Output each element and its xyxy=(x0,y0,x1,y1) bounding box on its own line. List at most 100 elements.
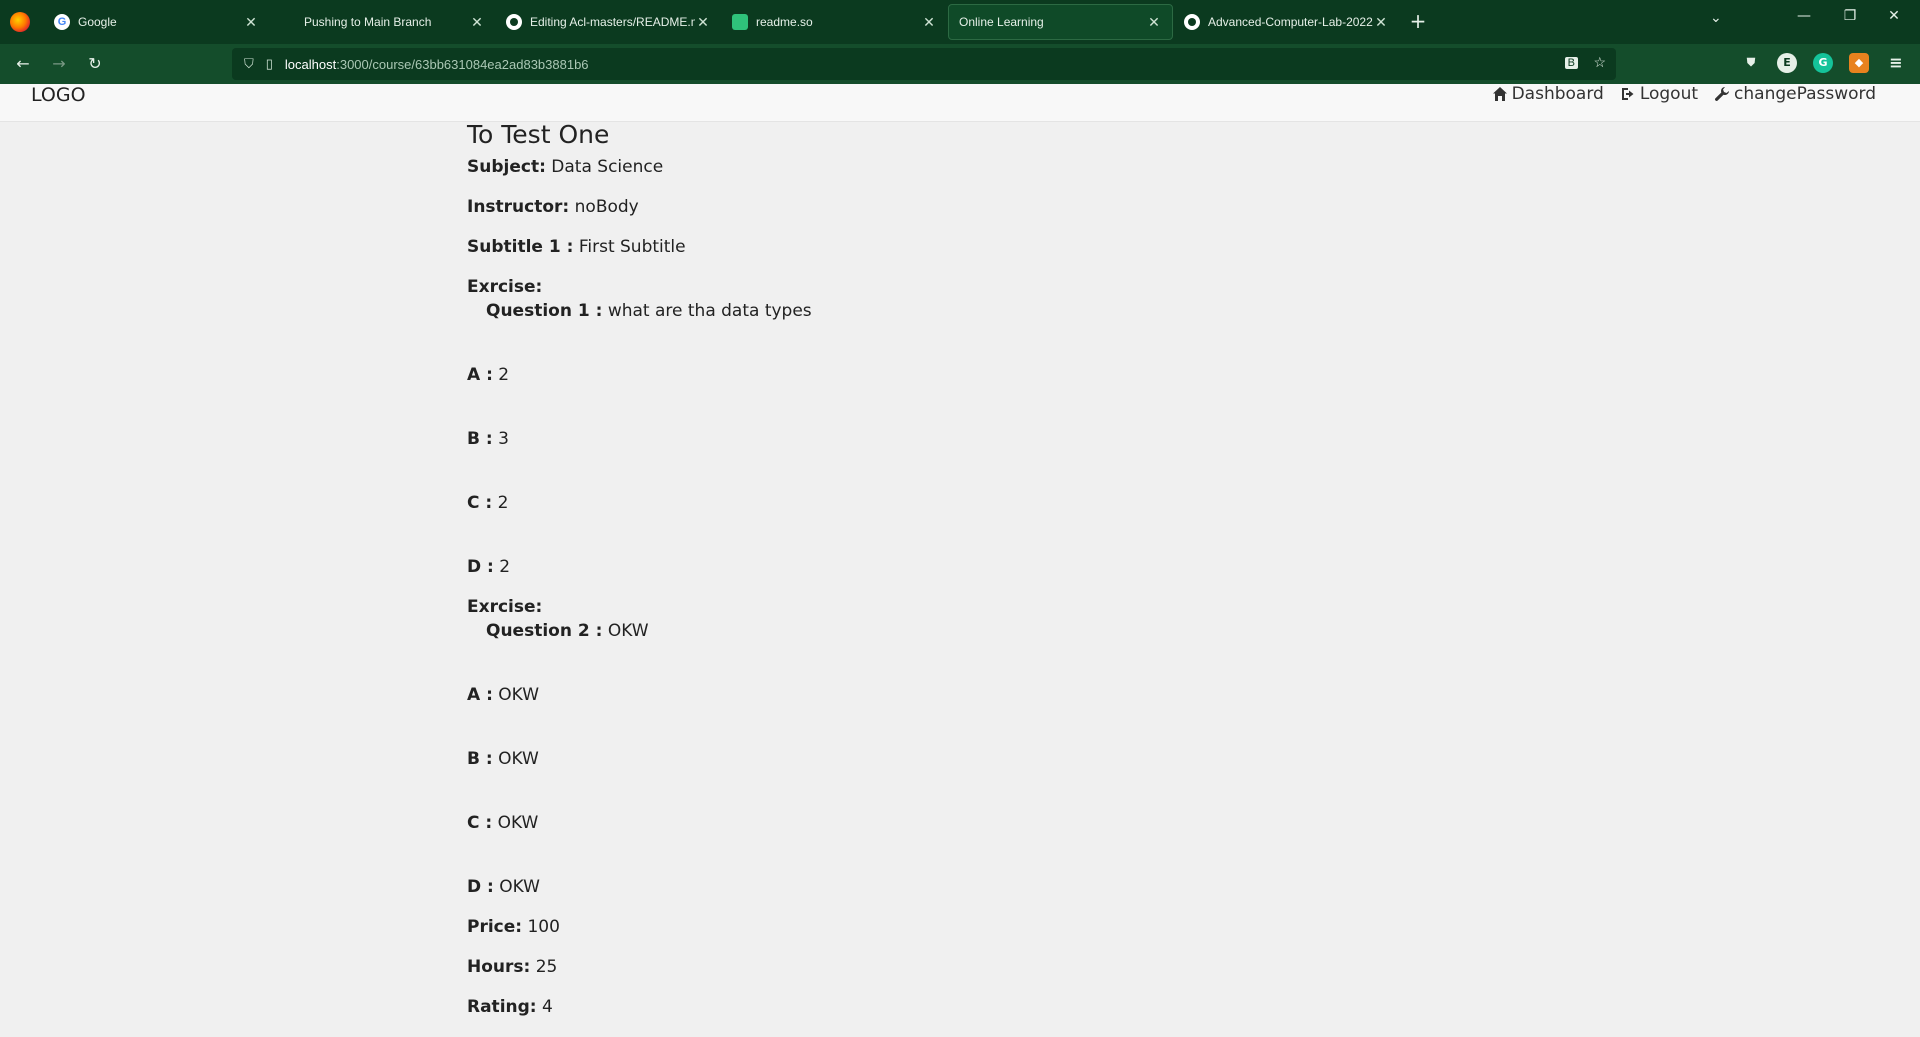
choice-label: D : xyxy=(467,877,494,897)
rating-row: Rating: 4 xyxy=(467,997,1367,1037)
url-path: :3000/course/63bb631084ea2ad83b3881b6 xyxy=(336,56,589,72)
subject-value: Data Science xyxy=(551,157,664,177)
tab-title: Editing Acl-masters/README.md xyxy=(530,15,695,29)
google-icon: G xyxy=(54,14,70,30)
choice-row: C : OKW xyxy=(467,813,1367,877)
choice-value: OKW xyxy=(499,877,540,897)
tab-title: Advanced-Computer-Lab-2022 xyxy=(1208,15,1373,29)
course-details: To Test One Subject: Data Science Instru… xyxy=(467,120,1367,1037)
logout-link[interactable]: Logout xyxy=(1620,84,1698,104)
rating-label: Rating: xyxy=(467,997,537,1017)
subject-row: Subject: Data Science xyxy=(467,157,1367,197)
choice-row: D : OKW xyxy=(467,877,1367,917)
forward-arrow-icon[interactable]: → xyxy=(46,52,72,78)
page-icon[interactable]: ▯ xyxy=(266,56,273,72)
tab-title: Google xyxy=(78,15,117,29)
new-tab-button[interactable]: + xyxy=(1404,8,1432,36)
question-text: OKW xyxy=(607,621,649,641)
chevron-down-icon[interactable]: ⌄ xyxy=(1710,10,1722,26)
tab-advanced-computer-lab[interactable]: Advanced-Computer-Lab-2022 ✕ xyxy=(1174,4,1399,40)
exercise-block: Exrcise: Question 1 : what are tha data … xyxy=(467,277,1367,597)
exercise-block: Exrcise: Question 2 : OKW A : OKW B : OK… xyxy=(467,597,1367,917)
choice-value: 3 xyxy=(498,429,509,449)
choice-value: OKW xyxy=(498,749,539,769)
exercise-heading: Exrcise: xyxy=(467,277,543,297)
subtitle-value: First Subtitle xyxy=(578,237,686,257)
sign-out-icon xyxy=(1621,88,1634,100)
star-icon[interactable]: ☆ xyxy=(1593,54,1606,71)
hours-value: 25 xyxy=(535,957,558,977)
choice-value: OKW xyxy=(498,685,540,705)
choice-label: C : xyxy=(467,493,493,513)
course-title: To Test One xyxy=(467,120,610,149)
hamburger-menu-icon[interactable]: ≡ xyxy=(1886,53,1906,73)
price-value: 100 xyxy=(527,917,560,937)
choice-label: B : xyxy=(467,749,493,769)
change-password-label: changePassword xyxy=(1734,84,1876,104)
subtitle-row: Subtitle 1 : First Subtitle xyxy=(467,237,1367,277)
tab-google[interactable]: G Google ✕ xyxy=(44,4,269,40)
tab-online-learning[interactable]: Online Learning ✕ xyxy=(948,4,1173,40)
close-window-button[interactable]: ✕ xyxy=(1874,8,1914,24)
question-label: Question 1 : xyxy=(486,301,603,321)
question-row: Question 1 : what are tha data types xyxy=(486,301,1367,325)
close-icon[interactable]: ✕ xyxy=(1146,14,1162,31)
github-icon xyxy=(1184,14,1200,30)
choice-label: C : xyxy=(467,813,493,833)
choice-label: B : xyxy=(467,429,493,449)
back-arrow-icon[interactable]: ← xyxy=(10,52,36,78)
restore-button[interactable]: ❐ xyxy=(1830,8,1870,24)
reload-icon[interactable]: ↻ xyxy=(82,52,108,78)
choice-label: A : xyxy=(467,365,493,385)
github-icon xyxy=(506,14,522,30)
close-icon[interactable]: ✕ xyxy=(695,14,711,31)
choice-row: A : OKW xyxy=(467,685,1367,749)
tab-editing-readme[interactable]: Editing Acl-masters/README.md ✕ xyxy=(496,4,721,40)
rating-value: 4 xyxy=(542,997,553,1017)
logout-label: Logout xyxy=(1639,84,1699,104)
header-nav: Dashboard Logout changePassword xyxy=(1492,84,1876,104)
choice-row: C : 2 xyxy=(467,493,1367,557)
url-host: localhost xyxy=(284,56,337,72)
minimize-button[interactable]: — xyxy=(1784,8,1824,24)
question-row: Question 2 : OKW xyxy=(486,621,1367,645)
close-icon[interactable]: ✕ xyxy=(469,14,485,31)
home-icon xyxy=(1492,87,1507,101)
choice-value: OKW xyxy=(497,813,539,833)
readme-icon xyxy=(732,14,748,30)
subtitle-label: Subtitle 1 : xyxy=(467,237,574,257)
price-label: Price: xyxy=(467,917,523,937)
choice-value: 2 xyxy=(497,493,509,513)
tab-readme-so[interactable]: readme.so ✕ xyxy=(722,4,947,40)
choice-label: A : xyxy=(467,685,493,705)
instructor-value: noBody xyxy=(574,197,639,217)
choice-value: 2 xyxy=(499,557,511,577)
price-row: Price: 100 xyxy=(467,917,1367,957)
extension-e-icon[interactable]: E xyxy=(1777,53,1797,73)
close-icon[interactable]: ✕ xyxy=(1373,14,1389,31)
site-logo[interactable]: LOGO xyxy=(31,84,86,106)
question-label: Question 2 : xyxy=(486,621,603,641)
tab-pushing-to-main[interactable]: Pushing to Main Branch ✕ xyxy=(270,4,495,40)
tab-title: Pushing to Main Branch xyxy=(304,15,432,29)
pocket-icon[interactable]: ⛊ xyxy=(1741,53,1761,73)
shield-icon[interactable]: ⛉ xyxy=(244,56,254,72)
hours-row: Hours: 25 xyxy=(467,957,1367,997)
dashboard-label: Dashboard xyxy=(1511,84,1604,104)
choice-row: B : OKW xyxy=(467,749,1367,813)
firefox-menu-icon[interactable] xyxy=(10,12,30,32)
dashboard-link[interactable]: Dashboard xyxy=(1492,84,1604,104)
reader-mode-icon[interactable]: B xyxy=(1564,57,1578,69)
choice-value: 2 xyxy=(498,365,510,385)
choice-label: D : xyxy=(467,557,494,577)
close-icon[interactable]: ✕ xyxy=(243,14,259,31)
close-icon[interactable]: ✕ xyxy=(921,14,937,31)
metamask-icon[interactable]: ◆ xyxy=(1849,53,1869,73)
instructor-label: Instructor: xyxy=(467,197,570,217)
question-text: what are tha data types xyxy=(607,301,812,321)
subject-label: Subject: xyxy=(467,157,546,177)
grammarly-icon[interactable]: G xyxy=(1813,53,1833,73)
exercise-heading: Exrcise: xyxy=(467,597,543,617)
address-bar[interactable]: ⛉ ▯ localhost:3000/course/63bb631084ea2a… xyxy=(232,48,1616,80)
change-password-link[interactable]: changePassword xyxy=(1714,84,1876,104)
